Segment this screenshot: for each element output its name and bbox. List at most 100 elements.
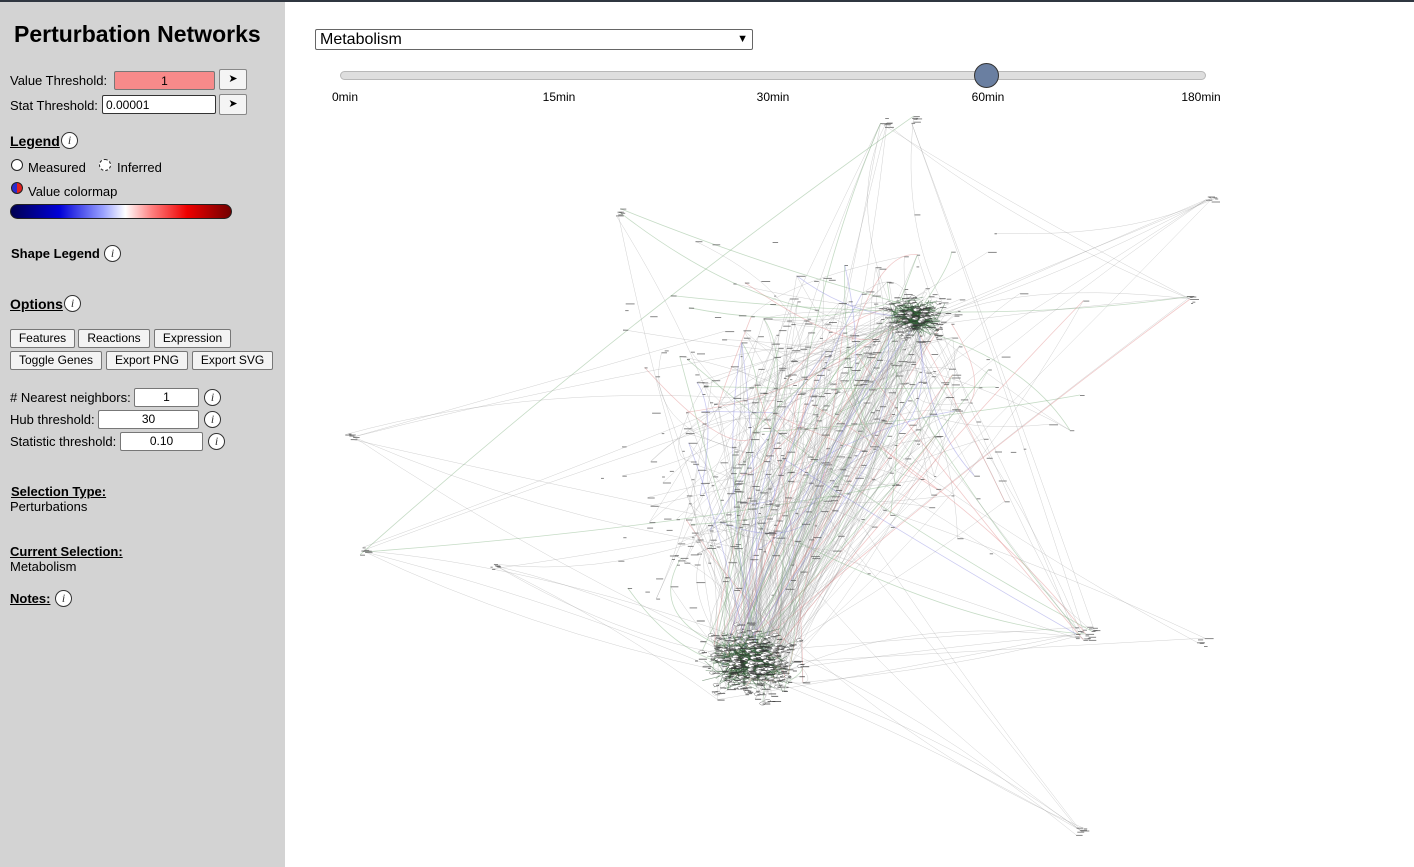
node-label-mark xyxy=(959,346,962,347)
node-label-mark xyxy=(774,357,781,358)
node-label-mark xyxy=(712,485,715,486)
node-label-mark xyxy=(727,493,735,494)
value-threshold-apply-button[interactable]: ➤ xyxy=(219,69,247,90)
node-label-mark xyxy=(755,699,761,700)
node-label-mark xyxy=(747,674,750,675)
node-label-mark xyxy=(939,298,946,299)
node-label-mark xyxy=(1089,628,1093,629)
node-label-mark xyxy=(790,379,792,380)
node-label-mark xyxy=(696,241,703,242)
node-label-mark xyxy=(692,537,694,538)
nearest-neighbors-input[interactable]: 1 xyxy=(134,388,199,407)
node-label-mark xyxy=(775,505,781,506)
selection-dropdown[interactable]: Metabolism ▼ xyxy=(315,29,753,50)
node-label-mark xyxy=(873,344,876,345)
node-label-mark xyxy=(769,687,771,688)
stat-threshold-apply-button[interactable]: ➤ xyxy=(219,94,247,115)
notes-heading[interactable]: Notes: xyxy=(10,591,50,606)
options-heading[interactable]: Options xyxy=(10,296,63,312)
export-png-button[interactable]: Export PNG xyxy=(106,351,188,370)
network-edge xyxy=(891,363,1076,627)
network-edge xyxy=(349,434,773,668)
node-label-mark xyxy=(909,317,915,318)
node-label-mark xyxy=(697,621,705,622)
nearest-neighbors-info-icon[interactable]: i xyxy=(204,389,221,406)
node-label-mark xyxy=(904,294,913,295)
node-label-mark xyxy=(695,565,701,566)
node-label-mark xyxy=(726,525,733,526)
node-label-mark xyxy=(861,384,868,385)
node-label-mark xyxy=(1084,828,1087,829)
legend-info-icon[interactable]: i xyxy=(61,132,78,149)
notes-info-icon[interactable]: i xyxy=(55,590,72,607)
node-label-mark xyxy=(862,294,867,295)
node-label-mark xyxy=(718,693,726,694)
node-label-mark xyxy=(830,480,834,481)
node-label-mark xyxy=(946,397,954,398)
node-label-mark xyxy=(927,373,932,374)
export-svg-button[interactable]: Export SVG xyxy=(192,351,273,370)
hub-threshold-info-icon[interactable]: i xyxy=(204,411,221,428)
node-label-mark xyxy=(952,384,960,385)
reactions-button[interactable]: Reactions xyxy=(78,329,150,348)
node-label-mark xyxy=(988,252,997,253)
hub-threshold-input[interactable]: 30 xyxy=(98,410,199,429)
node-label-mark xyxy=(909,425,916,426)
network-graph-canvas[interactable] xyxy=(285,102,1414,862)
node-label-mark xyxy=(824,464,832,465)
node-label-mark xyxy=(741,681,749,682)
node-label-mark xyxy=(805,472,808,473)
node-label-mark xyxy=(677,519,680,520)
node-label-mark xyxy=(703,666,712,667)
node-label-mark xyxy=(1208,197,1215,198)
node-label-mark xyxy=(731,473,737,474)
node-label-mark xyxy=(740,503,748,504)
expression-button[interactable]: Expression xyxy=(154,329,231,348)
node-label-mark xyxy=(888,458,892,459)
node-label-mark xyxy=(778,475,784,476)
node-label-mark xyxy=(712,673,720,674)
node-label-mark xyxy=(820,338,823,339)
legend-heading[interactable]: Legend xyxy=(10,133,60,149)
node-label-mark xyxy=(756,691,760,692)
node-label-mark xyxy=(826,448,830,449)
node-label-mark xyxy=(760,679,764,680)
node-label-mark xyxy=(618,561,624,562)
node-label-mark xyxy=(687,359,690,360)
node-label-mark xyxy=(880,406,886,407)
statistic-threshold-info-icon[interactable]: i xyxy=(208,433,225,450)
timepoint-slider-track[interactable] xyxy=(340,71,1206,80)
node-label-mark xyxy=(625,310,628,311)
shape-legend-info-icon[interactable]: i xyxy=(104,245,121,262)
node-label-mark xyxy=(921,322,927,323)
features-button[interactable]: Features xyxy=(10,329,75,348)
node-label-mark xyxy=(364,550,369,551)
node-label-mark xyxy=(771,644,773,645)
node-label-mark xyxy=(864,353,872,354)
node-label-mark xyxy=(936,489,941,490)
statistic-threshold-input[interactable]: 0.10 xyxy=(120,432,203,451)
node-label-mark xyxy=(855,455,858,456)
node-label-mark xyxy=(911,324,919,325)
node-label-mark xyxy=(841,380,849,381)
node-label-mark xyxy=(731,673,738,674)
node-label-mark xyxy=(779,666,788,667)
node-label-mark xyxy=(811,459,819,460)
node-label-mark xyxy=(1076,835,1083,836)
node-label-mark xyxy=(494,564,498,565)
value-colormap-label: Value colormap xyxy=(28,184,117,199)
toggle-genes-button[interactable]: Toggle Genes xyxy=(10,351,102,370)
options-info-icon[interactable]: i xyxy=(64,295,81,312)
stat-threshold-input[interactable] xyxy=(102,95,216,114)
node-label-mark xyxy=(601,478,604,479)
node-label-mark xyxy=(933,371,936,372)
node-label-mark xyxy=(824,501,833,502)
timepoint-slider-thumb[interactable] xyxy=(974,63,999,88)
node-label-mark xyxy=(835,393,838,394)
node-label-mark xyxy=(841,445,843,446)
node-label-mark xyxy=(890,473,894,474)
node-label-mark xyxy=(856,478,864,479)
node-label-mark xyxy=(497,567,501,568)
node-label-mark xyxy=(984,439,989,440)
value-threshold-input[interactable] xyxy=(114,71,215,90)
